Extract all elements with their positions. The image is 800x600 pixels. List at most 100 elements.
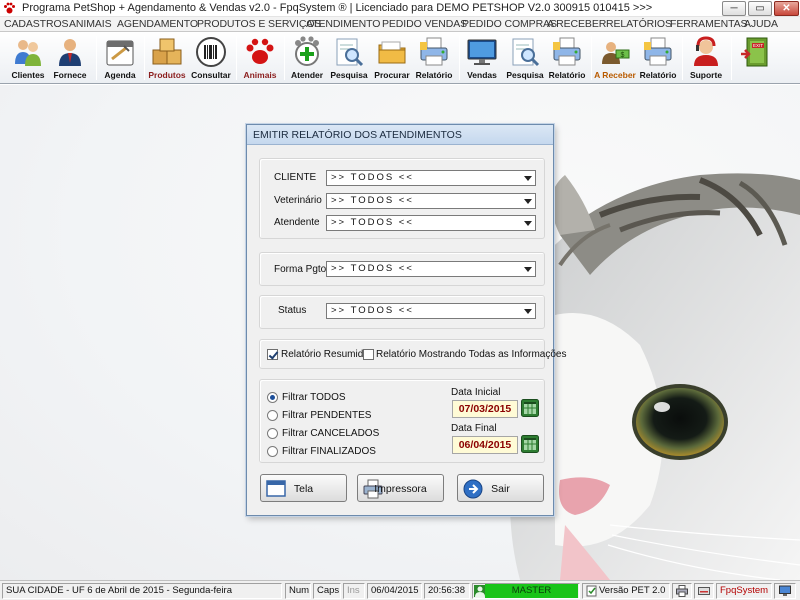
sair-button[interactable]: Sair xyxy=(457,474,544,502)
toolbar-label: Relatório xyxy=(639,70,677,80)
close-button[interactable]: ✕ xyxy=(774,1,799,16)
menu-pedido-vendas[interactable]: PEDIDO VENDAS xyxy=(382,18,467,30)
relatorio-resumido-label: Relatório Resumido xyxy=(281,349,369,360)
menu-a-receber[interactable]: A RECEBER xyxy=(547,18,606,30)
impressora-button[interactable]: Impressora xyxy=(357,474,444,502)
forma-pgto-select[interactable]: >> TODOS << xyxy=(326,261,536,277)
report-dialog: EMITIR RELATÓRIO DOS ATENDIMENTOS CLIENT… xyxy=(246,124,566,516)
chevron-down-icon xyxy=(524,221,532,226)
toolbar-agenda-button[interactable]: Agenda xyxy=(100,34,140,82)
status-date: 06/04/2015 xyxy=(367,583,422,599)
toolbar-relatorio-receber-button[interactable]: Relatório xyxy=(638,34,678,82)
status-location: SUA CIDADE - UF 6 de Abril de 2015 - Seg… xyxy=(2,583,282,599)
atendente-label: Atendente xyxy=(274,217,320,228)
search-document-icon xyxy=(336,38,364,67)
toolbar-separator xyxy=(591,36,592,80)
menu-produtos-servicos[interactable]: PRODUTOS E SERVIÇOS xyxy=(197,18,321,30)
sair-label: Sair xyxy=(491,483,510,495)
filtrar-todos-radio[interactable] xyxy=(267,392,278,403)
menu-agendamento[interactable]: AGENDAMENTO xyxy=(117,18,198,30)
status-keyboard[interactable] xyxy=(694,583,714,599)
filtrar-finalizados-radio[interactable] xyxy=(267,446,278,457)
toolbar-a-receber-button[interactable]: $ A Receber xyxy=(593,34,637,82)
supplier-icon xyxy=(59,39,81,66)
minimize-button[interactable]: ─ xyxy=(722,1,746,16)
menu-atendimento[interactable]: ATENDIMENTO xyxy=(306,18,380,30)
toolbar-suporte-button[interactable]: Suporte xyxy=(685,34,727,82)
atendente-value: >> TODOS << xyxy=(331,217,414,228)
toolbar-clientes-button[interactable]: Clientes xyxy=(8,34,48,82)
filter-group-payment: Forma Pgto >> TODOS << xyxy=(259,252,545,286)
chevron-down-icon xyxy=(524,309,532,314)
toolbar-separator xyxy=(682,36,683,80)
paw-add-icon xyxy=(295,36,319,66)
close-icon: ✕ xyxy=(782,3,791,14)
window-title: Programa PetShop + Agendamento & Vendas … xyxy=(22,2,653,14)
toolbar-procurar-button[interactable]: Procurar xyxy=(372,34,412,82)
relatorio-todas-checkbox[interactable] xyxy=(363,349,374,360)
calendar-picker-icon[interactable] xyxy=(521,399,539,417)
toolbar-atender-button[interactable]: Atender xyxy=(287,34,327,82)
boxes-icon xyxy=(152,38,182,65)
filtrar-pendentes-radio[interactable] xyxy=(267,410,278,421)
toolbar-label: Vendas xyxy=(467,70,497,80)
toolbar-animais-button[interactable]: Animais xyxy=(240,34,280,82)
chevron-down-icon xyxy=(524,267,532,272)
toolbar-consultar-button[interactable]: Consultar xyxy=(190,34,232,82)
relatorio-resumido-checkbox[interactable] xyxy=(267,349,278,360)
tela-button[interactable]: Tela xyxy=(260,474,347,502)
toolbar-label: Produtos xyxy=(148,70,186,80)
data-final-input[interactable]: 06/04/2015 xyxy=(452,436,518,454)
cliente-value: >> TODOS << xyxy=(331,172,414,183)
toolbar-pesquisa-vendas-button[interactable]: Pesquisa xyxy=(505,34,545,82)
menu-ferramentas[interactable]: FERRAMENTAS xyxy=(670,18,748,30)
document-check-icon xyxy=(586,585,597,597)
printer-report-icon xyxy=(553,37,581,66)
folder-icon xyxy=(378,41,406,64)
filtrar-cancelados-radio[interactable] xyxy=(267,428,278,439)
status-printer[interactable] xyxy=(672,583,692,599)
menu-animais[interactable]: ANIMAIS xyxy=(69,18,112,30)
toolbar-separator xyxy=(284,36,285,80)
toolbar-label: Relatório xyxy=(548,70,586,80)
toolbar-label: Animais xyxy=(243,70,277,80)
menu-bar: CADASTROS ANIMAIS AGENDAMENTO PRODUTOS E… xyxy=(0,17,800,32)
menu-cadastros[interactable]: CADASTROS xyxy=(4,18,69,30)
filter-group-dates: Filtrar TODOS Filtrar PENDENTES Filtrar … xyxy=(259,379,545,463)
data-inicial-input[interactable]: 07/03/2015 xyxy=(452,400,518,418)
menu-ajuda[interactable]: AJUDA xyxy=(744,18,778,30)
calendar-picker-icon[interactable] xyxy=(521,435,539,453)
maximize-button[interactable]: ▭ xyxy=(748,1,772,16)
menu-pedido-compras[interactable]: PEDIDO COMPRAS xyxy=(462,18,557,30)
forma-pgto-value: >> TODOS << xyxy=(331,263,414,274)
toolbar-exit-button[interactable]: EXIT xyxy=(735,34,775,82)
toolbar-pesquisa-button[interactable]: Pesquisa xyxy=(329,34,369,82)
menu-relatorios[interactable]: RELATÓRIOS xyxy=(606,18,672,30)
status-monitor[interactable] xyxy=(774,583,796,599)
toolbar-label: Suporte xyxy=(689,70,723,80)
veterinario-select[interactable]: >> TODOS << xyxy=(326,193,536,209)
keyboard-icon xyxy=(698,587,710,595)
toolbar-relatorio-button[interactable]: Relatório xyxy=(413,34,455,82)
monitor-icon xyxy=(467,39,497,65)
toolbar-separator xyxy=(731,36,732,80)
veterinario-value: >> TODOS << xyxy=(331,195,414,206)
toolbar-label: Pesquisa xyxy=(330,70,368,80)
veterinario-label: Veterinário xyxy=(274,195,322,206)
toolbar-vendas-button[interactable]: Vendas xyxy=(462,34,502,82)
status-select[interactable]: >> TODOS << xyxy=(326,303,536,319)
toolbar-label: Agenda xyxy=(104,70,136,80)
toolbar-separator xyxy=(96,36,97,80)
toolbar-separator xyxy=(459,36,460,80)
toolbar-produtos-button[interactable]: Produtos xyxy=(147,34,187,82)
support-agent-icon xyxy=(694,36,718,66)
toolbar-fornece-button[interactable]: Fornece xyxy=(50,34,90,82)
svg-text:EXIT: EXIT xyxy=(753,43,763,48)
atendente-select[interactable]: >> TODOS << xyxy=(326,215,536,231)
cliente-select[interactable]: >> TODOS << xyxy=(326,170,536,186)
calendar-icon xyxy=(106,40,134,66)
status-caps: Caps xyxy=(313,583,341,599)
status-brand: FpqSystem xyxy=(716,583,772,599)
dialog-title: EMITIR RELATÓRIO DOS ATENDIMENTOS xyxy=(247,125,553,145)
toolbar-relatorio-vendas-button[interactable]: Relatório xyxy=(546,34,588,82)
